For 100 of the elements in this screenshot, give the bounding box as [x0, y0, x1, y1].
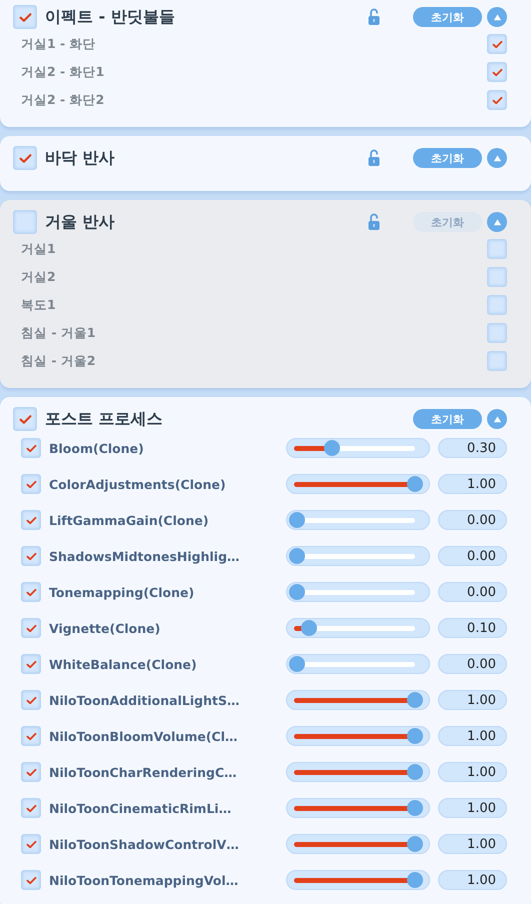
value-field[interactable]: 0.00 [438, 654, 507, 674]
slider-thumb[interactable] [289, 512, 305, 528]
effect-label: ShadowsMidtonesHighlig… [49, 548, 241, 564]
slider-thumb[interactable] [407, 476, 423, 492]
check-icon [492, 68, 502, 76]
slider-thumb[interactable] [407, 692, 423, 708]
slider[interactable] [286, 870, 430, 890]
checkbox[interactable] [21, 798, 41, 818]
value-field[interactable]: 1.00 [438, 798, 507, 818]
checkbox[interactable] [21, 510, 41, 530]
slider-thumb[interactable] [407, 800, 423, 816]
item-label: 복도1 [21, 296, 56, 314]
slider[interactable] [286, 726, 430, 746]
check-icon [26, 840, 36, 848]
item-label: 거실1 [21, 240, 56, 258]
checkbox[interactable] [487, 323, 507, 343]
value-field[interactable]: 1.00 [438, 690, 507, 710]
triangle-icon [492, 154, 502, 162]
check-icon [18, 152, 32, 164]
slider-thumb[interactable] [289, 548, 305, 564]
slider[interactable] [286, 762, 430, 782]
checkbox[interactable] [21, 546, 41, 566]
checkbox[interactable] [487, 90, 507, 110]
value-field[interactable]: 1.00 [438, 762, 507, 782]
checkbox[interactable] [21, 726, 41, 746]
slider[interactable] [286, 618, 430, 638]
value-field[interactable]: 0.00 [438, 582, 507, 602]
slider-thumb[interactable] [324, 440, 340, 456]
value-field[interactable]: 1.00 [438, 870, 507, 890]
checkbox[interactable] [21, 438, 41, 458]
panel-title: 바닥 반사 [45, 148, 115, 168]
checkbox[interactable] [13, 146, 37, 170]
collapse-button[interactable] [487, 7, 507, 27]
checkbox[interactable] [13, 407, 37, 431]
checkbox[interactable] [487, 34, 507, 54]
item-label: 침실 - 거울2 [21, 352, 96, 370]
slider-thumb[interactable] [289, 656, 305, 672]
effect-label: NiloToonShadowControlV… [49, 836, 240, 852]
slider[interactable] [286, 654, 430, 674]
checkbox[interactable] [487, 239, 507, 259]
value-field[interactable]: 0.00 [438, 510, 507, 530]
effect-label: WhiteBalance(Clone) [49, 656, 198, 672]
checkbox[interactable] [487, 267, 507, 287]
check-icon [26, 480, 36, 488]
slider-thumb[interactable] [407, 836, 423, 852]
triangle-icon [492, 414, 502, 424]
check-icon [26, 876, 36, 884]
slider-thumb[interactable] [407, 872, 423, 888]
slider-thumb[interactable] [407, 764, 423, 780]
slider[interactable] [286, 798, 430, 818]
item-label: 거실1 - 화단 [21, 36, 96, 52]
slider[interactable] [286, 438, 430, 458]
padlock-icon[interactable] [368, 8, 380, 26]
check-icon [26, 624, 36, 632]
checkbox[interactable] [13, 210, 37, 234]
slider[interactable] [286, 474, 430, 494]
collapse-button[interactable] [487, 212, 507, 232]
slider[interactable] [286, 546, 430, 566]
checkbox[interactable] [21, 870, 41, 890]
check-icon [26, 552, 36, 560]
effect-label: NiloToonCharRenderingC… [49, 764, 238, 780]
check-icon [18, 414, 32, 424]
effect-label: Tonemapping(Clone) [49, 584, 196, 600]
slider-thumb[interactable] [289, 584, 305, 600]
checkbox[interactable] [21, 834, 41, 854]
collapse-button[interactable] [487, 409, 507, 429]
checkbox[interactable] [21, 762, 41, 782]
padlock-icon[interactable] [368, 149, 380, 167]
effect-label: Bloom(Clone) [49, 440, 145, 456]
effect-label: LiftGammaGain(Clone) [49, 512, 210, 528]
slider[interactable] [286, 582, 430, 602]
checkbox[interactable] [13, 5, 37, 29]
padlock-icon[interactable] [368, 213, 380, 231]
item-label: 거실2 [21, 268, 56, 286]
checkbox[interactable] [487, 295, 507, 315]
check-icon [26, 696, 36, 704]
item-label: 거실2 - 화단1 [21, 64, 104, 80]
slider-thumb[interactable] [407, 728, 423, 744]
value-field[interactable]: 1.00 [438, 834, 507, 854]
value-field[interactable]: 1.00 [438, 474, 507, 494]
value-field[interactable]: 0.10 [438, 618, 507, 638]
triangle-icon [492, 12, 502, 22]
effect-label: NiloToonAdditionalLightS… [49, 692, 240, 708]
collapse-button[interactable] [487, 148, 507, 168]
value-field[interactable]: 1.00 [438, 726, 507, 746]
checkbox[interactable] [21, 690, 41, 710]
value-field[interactable]: 0.00 [438, 546, 507, 566]
checkbox[interactable] [487, 351, 507, 371]
checkbox[interactable] [21, 618, 41, 638]
checkbox[interactable] [21, 474, 41, 494]
slider[interactable] [286, 834, 430, 854]
slider[interactable] [286, 510, 430, 530]
check-icon [492, 96, 502, 104]
slider-thumb[interactable] [300, 620, 317, 636]
checkbox[interactable] [21, 582, 41, 602]
checkbox[interactable] [21, 654, 41, 674]
checkbox[interactable] [487, 62, 507, 82]
value-field[interactable]: 0.30 [438, 438, 507, 458]
slider[interactable] [286, 690, 430, 710]
panel-title: 포스트 프로세스 [45, 408, 163, 430]
